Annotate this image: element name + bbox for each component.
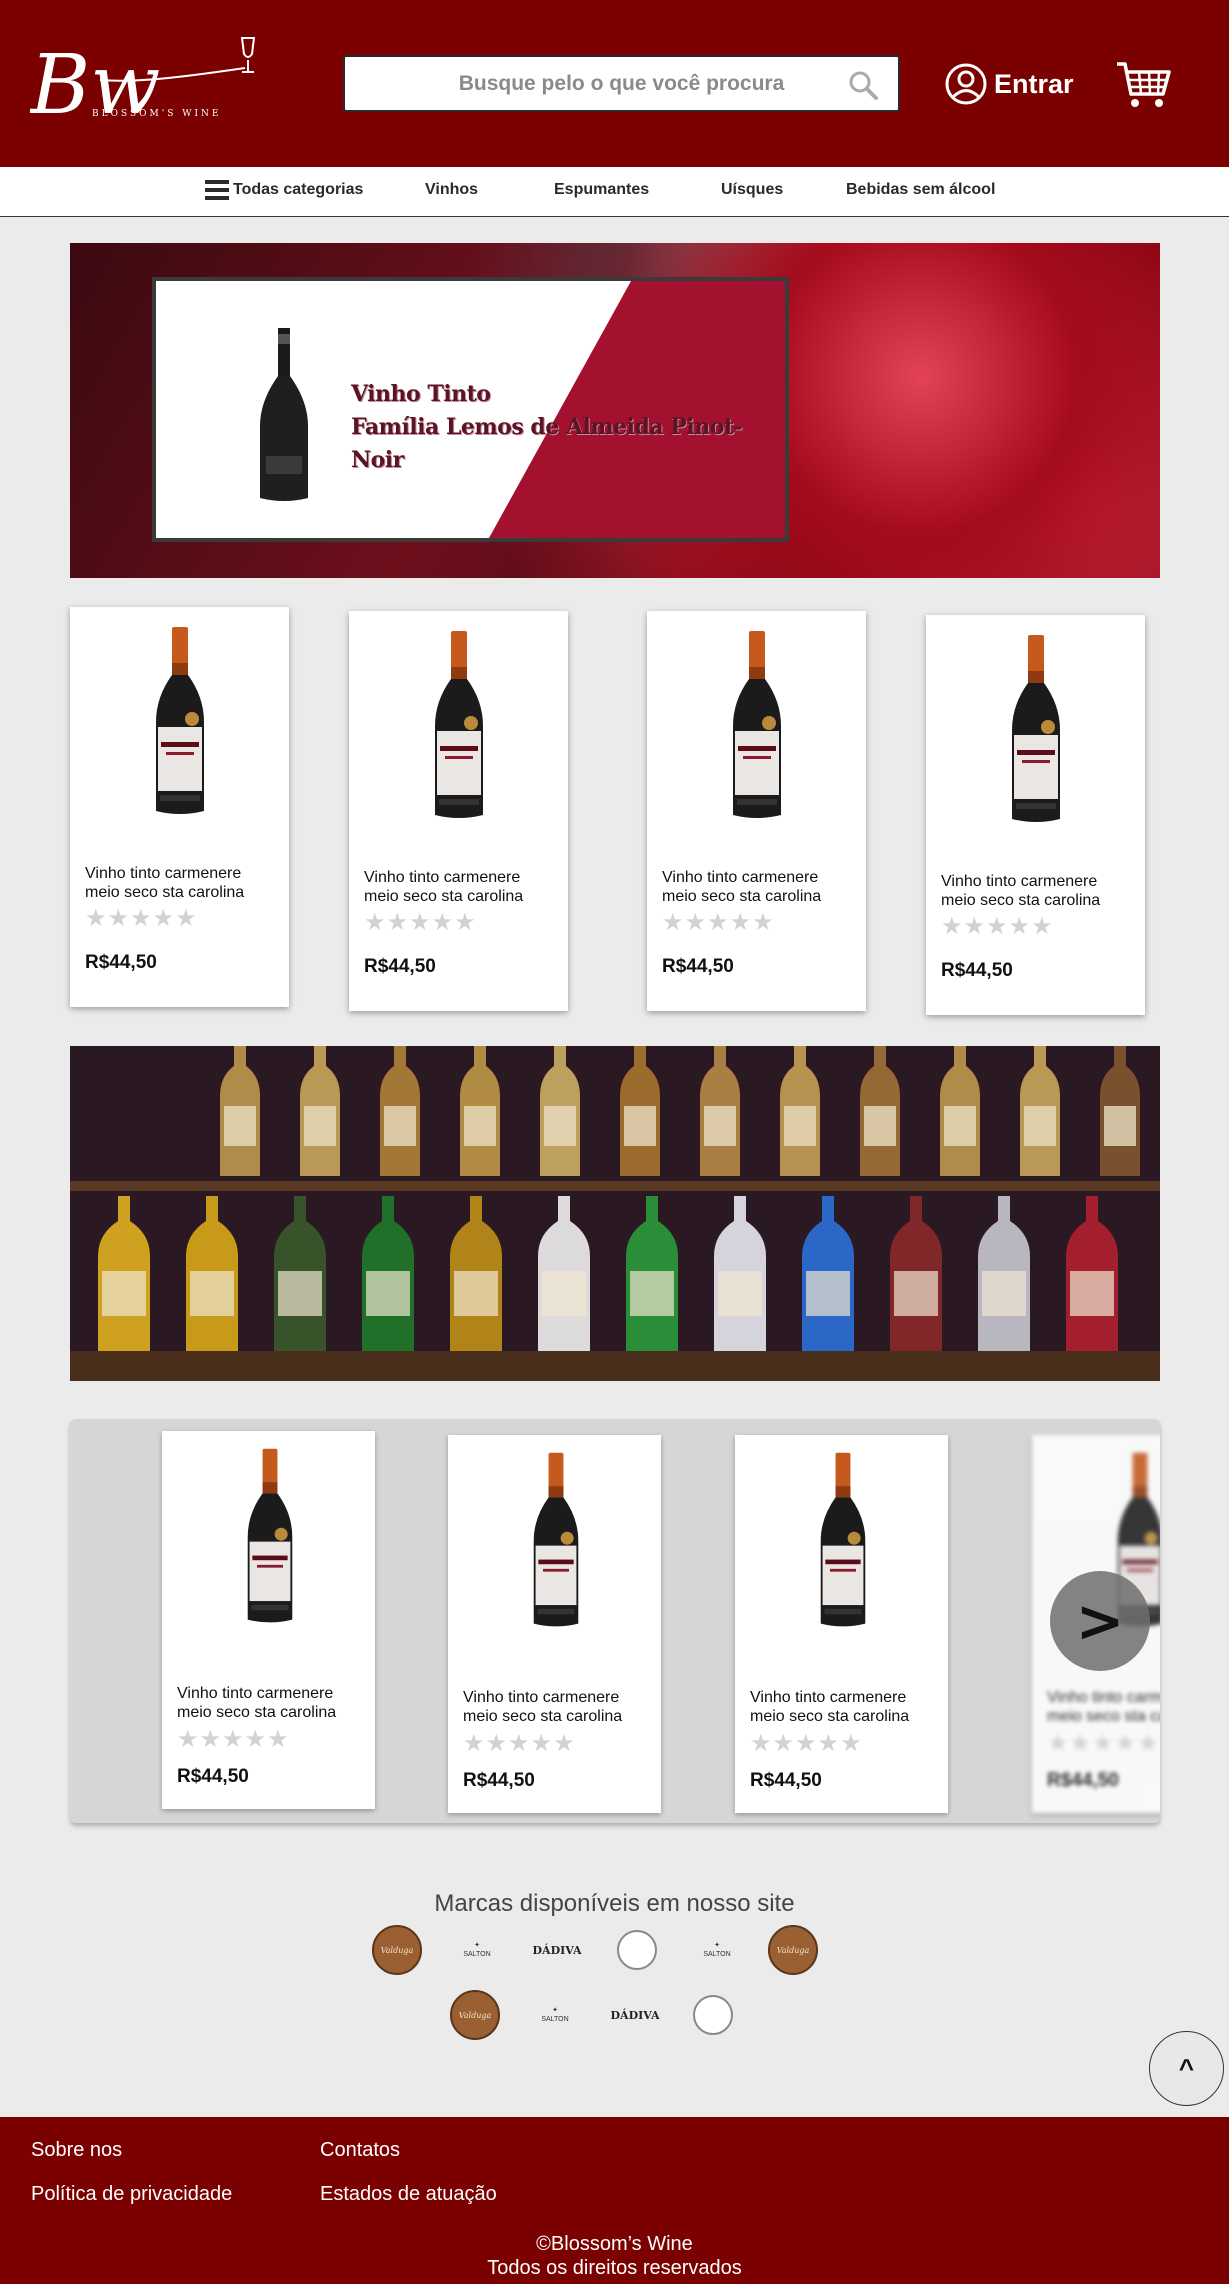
wine-bottle-image xyxy=(820,1452,866,1627)
wine-bottle-image xyxy=(733,631,781,818)
scroll-top-button[interactable]: ^ xyxy=(1149,2031,1224,2106)
wine-bottle-image xyxy=(533,1452,579,1627)
product-rating-stars[interactable]: ★★★★★ xyxy=(1047,1729,1160,1758)
brand-logo[interactable]: Valduga xyxy=(450,1990,500,2040)
hero-line1: Vinho Tinto xyxy=(351,381,491,407)
brand-logo[interactable]: Valduga xyxy=(372,1925,422,1975)
brand-logo[interactable]: DÁDIVA xyxy=(610,1990,660,2040)
product-rating-stars[interactable]: ★★★★★ xyxy=(750,1729,863,1758)
carousel-product-card[interactable]: Vinho tinto carmenere meio seco sta caro… xyxy=(735,1435,948,1813)
footer-rights: Todos os direitos reservados xyxy=(487,2257,742,2279)
product-carousel: Vinho tinto carmenere meio seco sta caro… xyxy=(70,1419,1160,1823)
product-card[interactable]: Vinho tinto carmenere meio seco sta caro… xyxy=(349,611,568,1011)
footer-copyright: ©Blossom’s Wine xyxy=(536,2233,693,2255)
carousel-next-button[interactable]: > xyxy=(1050,1571,1150,1671)
hero-title: Vinho Tinto Família Lemos de Almeida Pin… xyxy=(351,378,785,477)
site-header: Bw BLOSSOM'S WINE Busque pelo o que você… xyxy=(0,0,1229,167)
footer-link-about[interactable]: Sobre nos xyxy=(31,2139,122,2162)
wine-bottle-image xyxy=(156,627,204,814)
product-price: R$44,50 xyxy=(463,1770,535,1791)
product-price: R$44,50 xyxy=(177,1766,249,1787)
product-price: R$44,50 xyxy=(85,952,157,973)
brand-logo[interactable]: ✦ SALTON xyxy=(692,1925,742,1975)
product-card[interactable]: Vinho tinto carmenere meio seco sta caro… xyxy=(647,611,866,1011)
product-name[interactable]: Vinho tinto carmenere meio seco sta caro… xyxy=(463,1688,658,1726)
wine-bottle-image xyxy=(260,328,308,501)
product-card[interactable]: Vinho tinto carmenere meio seco sta caro… xyxy=(926,615,1145,1015)
product-price: R$44,50 xyxy=(750,1770,822,1791)
login-button[interactable]: Entrar xyxy=(944,62,1074,106)
search-input[interactable]: Busque pelo o que você procura xyxy=(343,55,900,112)
hero-banner[interactable]: Vinho Tinto Família Lemos de Almeida Pin… xyxy=(70,243,1160,578)
product-price: R$44,50 xyxy=(662,956,734,977)
product-rating-stars[interactable]: ★★★★★ xyxy=(85,904,198,933)
carousel-product-card[interactable]: Vinho tinto carmenere meio seco sta caro… xyxy=(162,1431,375,1809)
logo-text: BLOSSOM'S WINE xyxy=(92,109,222,119)
product-card[interactable]: Vinho tinto carmenere meio seco sta caro… xyxy=(70,607,289,1007)
brand-logo[interactable] xyxy=(688,1990,738,2040)
product-price: R$44,50 xyxy=(1047,1770,1119,1791)
nav-bebidas-sem-alcool[interactable]: Bebidas sem álcool xyxy=(846,181,995,199)
product-rating-stars[interactable]: ★★★★★ xyxy=(364,908,477,937)
product-name[interactable]: Vinho tinto carmenere meio seco sta caro… xyxy=(941,872,1136,910)
liquor-shelf-image xyxy=(70,1046,1160,1381)
nav-espumantes[interactable]: Espumantes xyxy=(554,181,649,199)
product-rating-stars[interactable]: ★★★★★ xyxy=(941,912,1054,941)
brand-logo[interactable]: ✦ SALTON xyxy=(530,1990,580,2040)
wine-bottle-image xyxy=(435,631,483,818)
wine-bottle-image xyxy=(1012,635,1060,822)
menu-icon xyxy=(205,179,229,201)
product-name[interactable]: Vinho tinto carmenere meio seco sta caro… xyxy=(1047,1688,1160,1726)
footer-link-privacy[interactable]: Política de privacidade xyxy=(31,2183,232,2206)
hero-promo-card[interactable]: Vinho Tinto Família Lemos de Almeida Pin… xyxy=(152,277,789,542)
brand-logo[interactable]: Valduga xyxy=(768,1925,818,1975)
footer-link-contacts[interactable]: Contatos xyxy=(320,2139,400,2162)
product-name[interactable]: Vinho tinto carmenere meio seco sta caro… xyxy=(750,1688,945,1726)
nav-all-categories[interactable]: Todas categorias xyxy=(205,179,363,201)
brand-logo[interactable]: DÁDIVA xyxy=(532,1925,582,1975)
product-name[interactable]: Vinho tinto carmenere meio seco sta caro… xyxy=(85,864,280,902)
product-rating-stars[interactable]: ★★★★★ xyxy=(463,1729,576,1758)
cart-icon[interactable] xyxy=(1115,58,1171,110)
nav-uisques[interactable]: Uísques xyxy=(721,181,783,199)
product-name[interactable]: Vinho tinto carmenere meio seco sta caro… xyxy=(662,868,857,906)
category-nav: Todas categorias Vinhos Espumantes Uísqu… xyxy=(0,167,1229,217)
nav-vinhos[interactable]: Vinhos xyxy=(425,181,478,199)
login-label: Entrar xyxy=(994,68,1074,99)
user-icon xyxy=(945,63,987,105)
blossoms-wine-logo[interactable]: Bw BLOSSOM'S WINE xyxy=(30,28,270,143)
footer-link-states[interactable]: Estados de atuação xyxy=(320,2183,497,2206)
brand-logo[interactable] xyxy=(612,1925,662,1975)
brand-logo[interactable]: ✦ SALTON xyxy=(452,1925,502,1975)
search-placeholder: Busque pelo o que você procura xyxy=(458,71,785,95)
hero-line2: Família Lemos de Almeida Pinot-Noir xyxy=(351,414,743,473)
search-icon[interactable] xyxy=(848,70,878,100)
product-rating-stars[interactable]: ★★★★★ xyxy=(662,908,775,937)
nav-all-categories-label: Todas categorias xyxy=(233,181,364,198)
liquor-shelf-banner[interactable] xyxy=(70,1046,1160,1381)
product-name[interactable]: Vinho tinto carmenere meio seco sta caro… xyxy=(177,1684,372,1722)
wine-bottle-image xyxy=(247,1448,293,1623)
product-price: R$44,50 xyxy=(941,960,1013,981)
product-name[interactable]: Vinho tinto carmenere meio seco sta caro… xyxy=(364,868,559,906)
site-footer: Sobre nos Contatos Política de privacida… xyxy=(0,2117,1229,2284)
product-price: R$44,50 xyxy=(364,956,436,977)
brands-title: Marcas disponíveis em nosso site xyxy=(434,1890,795,1917)
product-rating-stars[interactable]: ★★★★★ xyxy=(177,1725,290,1754)
carousel-product-card[interactable]: Vinho tinto carmenere meio seco sta caro… xyxy=(448,1435,661,1813)
